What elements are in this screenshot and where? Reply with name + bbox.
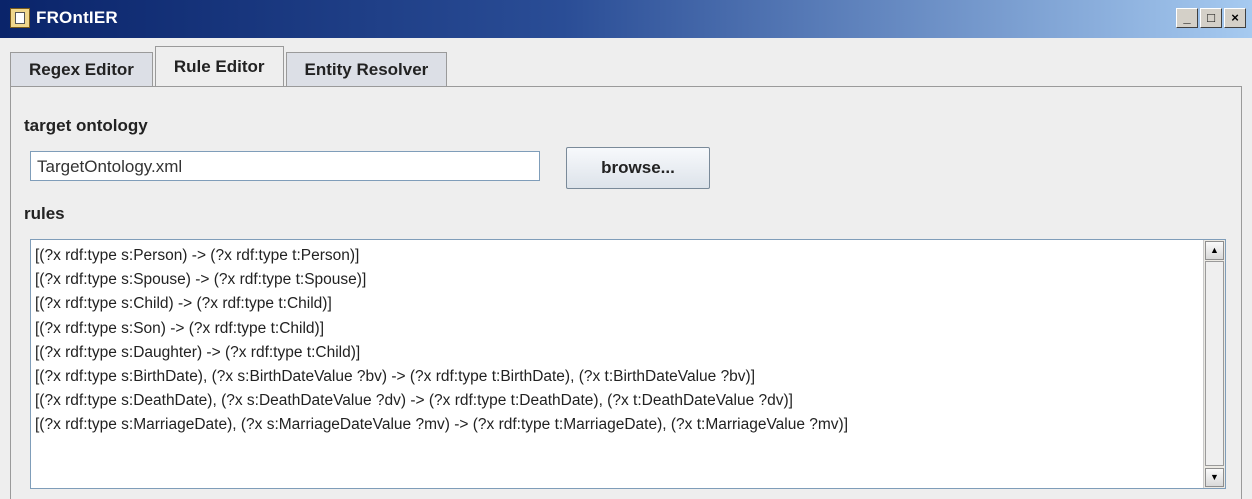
scroll-up-icon[interactable]: ▲ — [1205, 241, 1224, 260]
rule-line: [(?x rdf:type s:Person) -> (?x rdf:type … — [35, 247, 360, 264]
vertical-scrollbar[interactable]: ▲ ▼ — [1203, 240, 1225, 488]
scroll-thumb[interactable] — [1205, 261, 1224, 466]
rules-label: rules — [24, 204, 65, 223]
rules-textarea[interactable]: [(?x rdf:type s:Person) -> (?x rdf:type … — [30, 239, 1226, 489]
target-ontology-input[interactable]: TargetOntology.xml — [30, 151, 540, 181]
rule-line: [(?x rdf:type s:DeathDate), (?x s:DeathD… — [35, 392, 793, 410]
tab-regex-editor[interactable]: Regex Editor — [10, 52, 153, 86]
maximize-button[interactable]: □ — [1200, 8, 1222, 28]
rule-line: [(?x rdf:type s:Son) -> (?x rdf:type t:C… — [35, 319, 325, 337]
rule-line: [(?x rdf:type s:MarriageDate), (?x s:Mar… — [35, 416, 849, 434]
window-title: FROntIER — [36, 8, 118, 27]
app-icon — [10, 8, 30, 28]
app-window: FROntIER _ □ × Regex Editor Rule Editor … — [0, 0, 1252, 499]
rules-text: [(?x rdf:type s:Person) -> (?x rdf:type … — [35, 244, 1201, 438]
minimize-button[interactable]: _ — [1176, 8, 1198, 28]
target-ontology-label: target ontology — [24, 116, 148, 135]
tab-entity-resolver[interactable]: Entity Resolver — [285, 52, 448, 86]
scroll-down-icon[interactable]: ▼ — [1205, 468, 1224, 487]
tab-bar: Regex Editor Rule Editor Entity Resolver — [10, 46, 449, 86]
rule-line: [(?x rdf:type s:Daughter) -> (?x rdf:typ… — [35, 343, 361, 361]
rule-line: [(?x rdf:type s:BirthDate), (?x s:BirthD… — [35, 367, 756, 385]
title-bar[interactable]: FROntIER _ □ × — [0, 0, 1252, 38]
rule-line: [(?x rdf:type s:Spouse) -> (?x rdf:type … — [35, 271, 367, 289]
tab-rule-editor[interactable]: Rule Editor — [154, 46, 284, 86]
rule-line: [(?x rdf:type s:Child) -> (?x rdf:type t… — [35, 295, 332, 313]
window-controls: _ □ × — [1176, 8, 1246, 28]
close-button[interactable]: × — [1224, 8, 1246, 28]
browse-button[interactable]: browse... — [566, 147, 710, 189]
